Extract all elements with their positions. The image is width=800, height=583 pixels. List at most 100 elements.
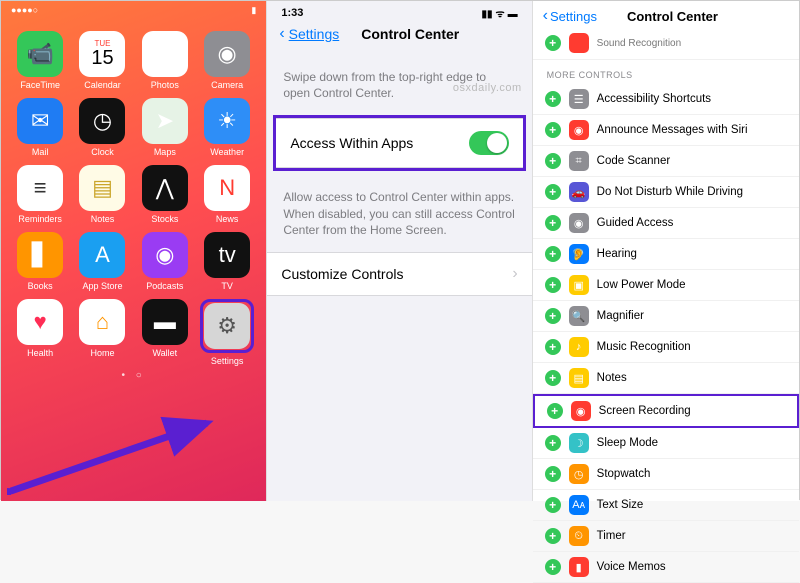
list-item[interactable]: +🦻Hearing (533, 239, 799, 270)
photos-icon: ✿ (142, 31, 188, 77)
list-item[interactable]: + ☽ Sleep Mode (533, 428, 799, 459)
list-item[interactable]: +▮Voice Memos (533, 552, 799, 583)
app-home[interactable]: ⌂Home (73, 299, 131, 366)
app-reminders[interactable]: ≡Reminders (11, 165, 69, 224)
list-item[interactable]: +◷Stopwatch (533, 459, 799, 490)
customize-controls-row[interactable]: Customize Controls › (267, 252, 531, 296)
app-weather[interactable]: ☀Weather (198, 98, 256, 157)
item-label: Magnifier (597, 310, 644, 322)
add-icon[interactable]: + (545, 435, 561, 451)
list-item[interactable]: +☰Accessibility Shortcuts (533, 84, 799, 115)
item-label: Sleep Mode (597, 437, 658, 449)
list-item[interactable]: +◉Announce Messages with Siri (533, 115, 799, 146)
app-label: Clock (91, 147, 114, 157)
item-label: Voice Memos (597, 561, 666, 573)
timer-icon: ⏲ (569, 526, 589, 546)
app-label: Camera (211, 80, 243, 90)
page-title: Control Center (627, 9, 718, 24)
app-notes[interactable]: ▤Notes (73, 165, 131, 224)
item-label: Timer (597, 530, 626, 542)
add-icon[interactable]: + (545, 497, 561, 513)
app-settings[interactable]: ⚙Settings (198, 299, 256, 366)
home-icon: ⌂ (79, 299, 125, 345)
health-icon: ♥ (17, 299, 63, 345)
app-clock[interactable]: ◷ Clock (73, 98, 131, 157)
description-text-2: Allow access to Control Center within ap… (267, 171, 531, 252)
app-podcasts[interactable]: ◉Podcasts (136, 232, 194, 291)
add-icon[interactable]: + (545, 215, 561, 231)
list-item[interactable]: + ⏲ Timer (533, 521, 799, 552)
status-bar: ●●●●○ ▮ (1, 1, 266, 27)
app-mail[interactable]: ✉Mail (11, 98, 69, 157)
facetime-icon: 📹 (17, 31, 63, 77)
access-within-apps-row[interactable]: Access Within Apps (276, 118, 522, 168)
nav-bar: ‹ Settings Control Center (533, 1, 799, 29)
add-icon[interactable]: + (545, 559, 561, 575)
access-within-apps-highlight: Access Within Apps (273, 115, 525, 171)
app-label: TV (221, 281, 233, 291)
add-icon[interactable]: + (545, 277, 561, 293)
list-item[interactable]: + Sound Recognition (533, 29, 799, 60)
list-item[interactable]: +♪Music Recognition (533, 332, 799, 363)
app-calendar[interactable]: TUE15 Calendar (73, 31, 131, 90)
app-label: Calendar (84, 80, 121, 90)
list-item[interactable]: +⌗Code Scanner (533, 146, 799, 177)
add-icon[interactable]: + (545, 246, 561, 262)
notes-icon: ▤ (569, 368, 589, 388)
code-scanner-icon: ⌗ (569, 151, 589, 171)
add-icon[interactable]: + (545, 91, 561, 107)
app-label: Stocks (151, 214, 178, 224)
clock-icon: ◷ (79, 98, 125, 144)
guided-access-icon: ◉ (569, 213, 589, 233)
app-app-store[interactable]: AApp Store (73, 232, 131, 291)
app-photos[interactable]: ✿Photos (136, 31, 194, 90)
list-item[interactable]: + 🔍 Magnifier (533, 301, 799, 332)
app-facetime[interactable]: 📹FaceTime (11, 31, 69, 90)
add-icon[interactable]: + (545, 370, 561, 386)
list-item[interactable]: + ◉ Screen Recording (533, 394, 799, 428)
row-label: Access Within Apps (290, 135, 413, 151)
list-item[interactable]: +🚗Do Not Disturb While Driving (533, 177, 799, 208)
list-item[interactable]: +▤Notes (533, 363, 799, 394)
home-screen: ●●●●○ ▮ 📹FaceTimeTUE15 Calendar ✿Photos◉Ca… (1, 1, 266, 501)
list-item[interactable]: +AᴀText Size (533, 490, 799, 521)
add-icon[interactable]: + (545, 308, 561, 324)
hearing-icon: 🦻 (569, 244, 589, 264)
back-button[interactable]: Settings (550, 9, 597, 24)
back-chevron-icon[interactable]: ‹ (279, 25, 284, 43)
sleep-mode-icon: ☽ (569, 433, 589, 453)
item-label: Announce Messages with Siri (597, 124, 748, 136)
app-health[interactable]: ♥Health (11, 299, 69, 366)
magnifier-icon: 🔍 (569, 306, 589, 326)
app-camera[interactable]: ◉Camera (198, 31, 256, 90)
status-bar: 1:33 ▮▮ᯤ▬ (267, 1, 531, 25)
add-icon[interactable]: + (545, 339, 561, 355)
back-chevron-icon[interactable]: ‹ (543, 7, 548, 25)
add-icon[interactable]: + (547, 403, 563, 419)
app-stocks[interactable]: ⋀Stocks (136, 165, 194, 224)
app-books[interactable]: ▋Books (11, 232, 69, 291)
do-not-disturb-while-driving-icon: 🚗 (569, 182, 589, 202)
list-item[interactable]: + ◉ Guided Access (533, 208, 799, 239)
books-icon: ▋ (17, 232, 63, 278)
maps-icon: ➤ (142, 98, 188, 144)
app-tv[interactable]: tvTV (198, 232, 256, 291)
add-icon[interactable]: + (545, 184, 561, 200)
app-label: Weather (210, 147, 244, 157)
add-icon[interactable]: + (545, 528, 561, 544)
back-button[interactable]: Settings (289, 26, 340, 42)
list-item[interactable]: +▣Low Power Mode (533, 270, 799, 301)
item-label: Accessibility Shortcuts (597, 93, 711, 105)
add-icon[interactable]: + (545, 35, 561, 51)
app-maps[interactable]: ➤Maps (136, 98, 194, 157)
app-news[interactable]: NNews (198, 165, 256, 224)
add-icon[interactable]: + (545, 122, 561, 138)
screen-recording-icon: ◉ (571, 401, 591, 421)
add-icon[interactable]: + (545, 466, 561, 482)
calendar-icon: TUE15 (79, 31, 125, 77)
item-label: Guided Access (597, 217, 674, 229)
item-label: Screen Recording (599, 405, 691, 417)
toggle-switch[interactable] (469, 131, 509, 155)
app-wallet[interactable]: ▬Wallet (136, 299, 194, 366)
add-icon[interactable]: + (545, 153, 561, 169)
